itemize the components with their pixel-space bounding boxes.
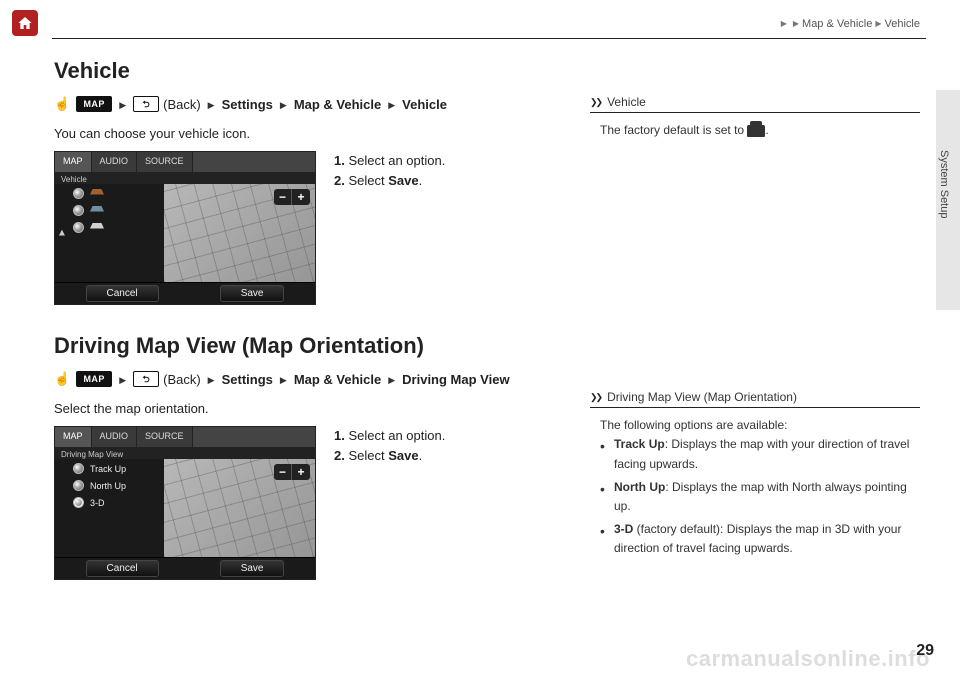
side-section-label: System Setup [938,150,950,218]
map-badge: MAP [76,96,112,112]
back-label: (Back) [163,372,201,387]
option-north-up: North Up [61,480,158,491]
ss-tab-source: SOURCE [137,427,193,447]
section-title-vehicle: Vehicle [54,58,574,84]
step1b-text: Select an option. [348,428,445,443]
path-settings: Settings [222,97,273,112]
zoom-out-icon: − [274,189,292,205]
ss-tab-map: MAP [55,152,92,172]
option-3d: 3-D [61,497,158,508]
car-icon [747,125,765,137]
sb-option-north: North Up: Displays the map with North al… [600,478,920,516]
sidebar-header-driving: Driving Map View (Map Orientation) [590,390,920,408]
steps-vehicle: 1. Select an option. 2. Select Save. [334,151,445,305]
watermark: carmanualsonline.info [686,646,930,672]
back-icon [133,371,159,387]
screenshot-driving: MAP AUDIO SOURCE Driving Map View Track … [54,426,316,580]
path-driving: Driving Map View [402,372,509,387]
nav-path-driving: MAP (Back) Settings Map & Vehicle Drivin… [54,371,574,387]
zoom-control: −+ [274,189,310,205]
ss-save-button: Save [220,560,285,577]
breadcrumb-b: Vehicle [885,18,920,30]
nav-path-vehicle: MAP (Back) Settings Map & Vehicle Vehicl… [54,96,574,112]
header-rule [52,38,926,39]
option-track-up: Track Up [61,463,158,474]
zoom-control: −+ [274,464,310,480]
ss-tab-source: SOURCE [137,152,193,172]
zoom-in-icon: + [292,464,310,480]
map-badge: MAP [76,371,112,387]
vehicle-option-2 [61,205,158,216]
vehicle-option-3 [61,222,158,233]
sidebar-body-vehicle: The factory default is set to . [590,121,920,140]
vehicle-option-1 [61,188,158,199]
back-label: (Back) [163,97,201,112]
path-vehicle: Vehicle [402,97,447,112]
zoom-in-icon: + [292,189,310,205]
ss-tab-map: MAP [55,427,92,447]
section-title-driving: Driving Map View (Map Orientation) [54,333,574,359]
sb-intro: The following options are available: [600,416,920,435]
steps-driving: 1. Select an option. 2. Select Save. [334,426,445,580]
path-map-vehicle: Map & Vehicle [294,372,381,387]
path-map-vehicle: Map & Vehicle [294,97,381,112]
ss-tab-audio: AUDIO [92,427,138,447]
hand-icon [54,96,72,112]
step2bc-text: . [419,448,423,463]
ss-cancel-button: Cancel [86,560,159,577]
ss-cancel-button: Cancel [86,285,159,302]
sb-option-3d: 3-D (factory default): Displays the map … [600,520,920,558]
arrow-up-icon: ▲ [57,228,67,239]
ss-tab-audio: AUDIO [92,152,138,172]
step1-text: Select an option. [348,153,445,168]
back-icon [133,96,159,112]
step2ba-text: Select [348,448,388,463]
screenshot-vehicle: MAP AUDIO SOURCE Vehicle ▲ −+ Cancel [54,151,316,305]
section2-desc: Select the map orientation. [54,401,574,416]
step2b-text: Save [388,173,418,188]
breadcrumb-a: Map & Vehicle [802,18,872,30]
page-number: 29 [916,642,934,660]
path-settings: Settings [222,372,273,387]
hand-icon [54,371,72,387]
home-icon [17,15,33,31]
sb-option-track: Track Up: Displays the map with your dir… [600,435,920,473]
step2bb-text: Save [388,448,418,463]
step2a-text: Select [348,173,388,188]
sidebar-header-vehicle: Vehicle [590,95,920,113]
ss-save-button: Save [220,285,285,302]
home-button[interactable] [12,10,38,36]
sidebar-body-driving: The following options are available: Tra… [590,416,920,558]
breadcrumb: Map & Vehicle Vehicle [778,18,920,30]
zoom-out-icon: − [274,464,292,480]
step2c-text: . [419,173,423,188]
section1-desc: You can choose your vehicle icon. [54,126,574,141]
